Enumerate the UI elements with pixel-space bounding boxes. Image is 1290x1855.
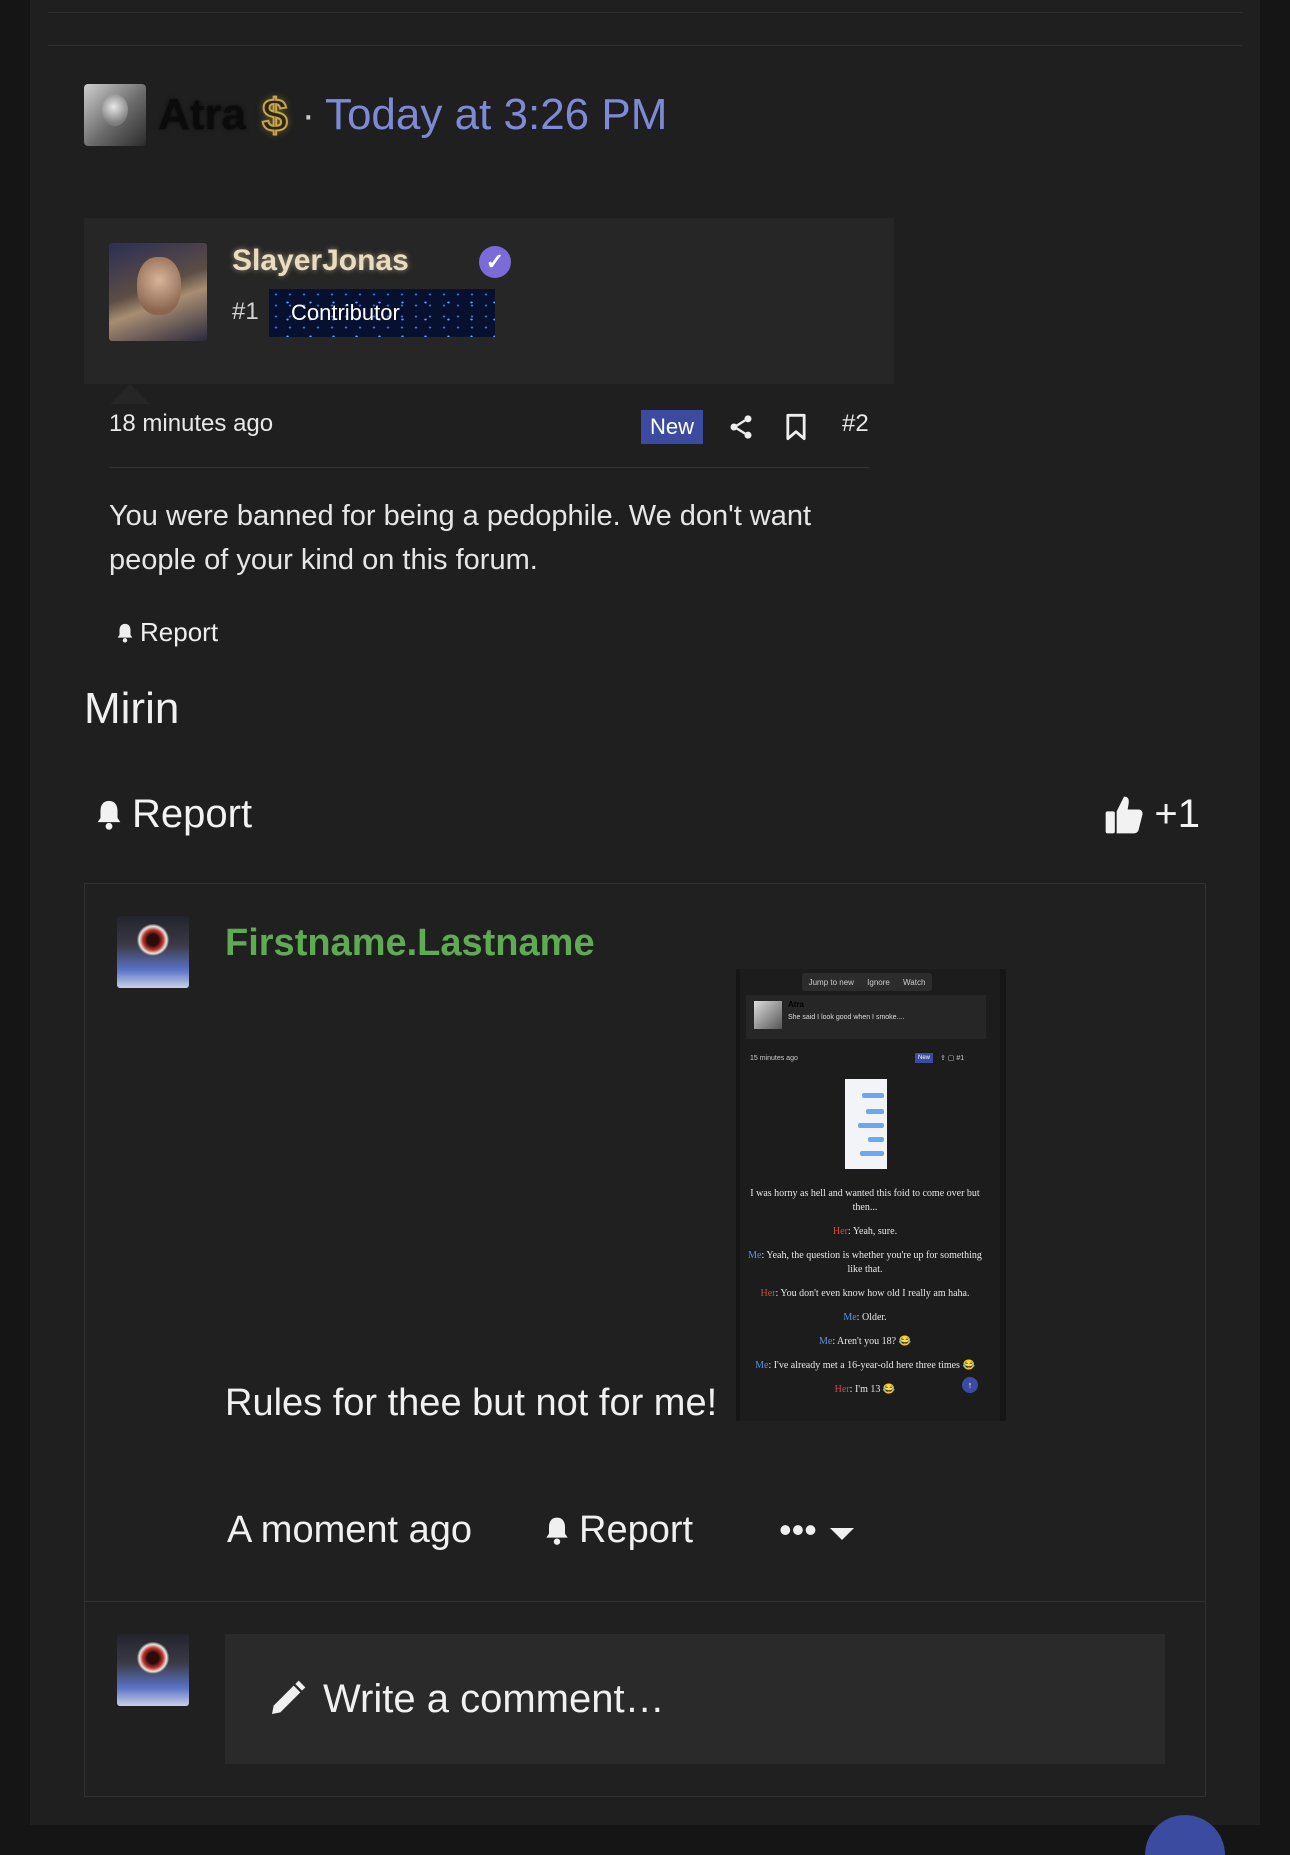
avatar[interactable] xyxy=(117,916,189,988)
divider xyxy=(85,1601,1205,1602)
comment-report-button[interactable]: Report xyxy=(541,1509,693,1552)
comment-text: Rules for thee but not for me! xyxy=(225,1382,718,1424)
thumbnail-line: I was horny as hell and wanted this foid… xyxy=(750,1188,980,1213)
post-number-link[interactable]: #2 xyxy=(842,410,869,438)
thumbnail-toolbar: Jump to new Ignore Watch xyxy=(802,973,932,991)
verified-check-icon: ✓ xyxy=(479,246,511,278)
thumbnail-tab: Watch xyxy=(903,977,926,987)
quote-report-button[interactable]: Report xyxy=(114,617,218,648)
thumbnail-post-number: #1 xyxy=(956,1055,965,1062)
caret-down-icon[interactable] xyxy=(830,1528,854,1540)
write-comment-placeholder: Write a comment… xyxy=(323,1676,665,1721)
avatar xyxy=(117,1634,189,1706)
rank-number: #1 xyxy=(232,298,259,325)
bell-icon xyxy=(97,800,121,830)
thumbnail-icons: ⇪ ▢ #1 xyxy=(940,1055,965,1062)
comment-section: Firstname.Lastname Jump to new Ignore Wa… xyxy=(84,883,1206,1797)
quote-pointer xyxy=(110,384,150,404)
separator: · xyxy=(301,92,315,137)
report-label: Report xyxy=(140,617,219,647)
thumbnail-author: Atra xyxy=(788,1000,805,1009)
thumbnail-line: Her: Yeah, sure. xyxy=(832,1226,898,1237)
thumbnail-time: 15 minutes ago xyxy=(750,1055,798,1062)
thumbnail-subtitle: She said I look good when I smoke.... xyxy=(788,1014,905,1021)
report-button[interactable]: Report xyxy=(92,792,252,837)
bookmark-icon[interactable] xyxy=(784,413,808,441)
thumbnail-line: Me: Older. xyxy=(843,1312,887,1323)
avatar[interactable] xyxy=(84,84,146,146)
comment-time[interactable]: A moment ago xyxy=(227,1509,472,1552)
more-options-button[interactable]: ••• xyxy=(779,1509,817,1551)
post-header: Atra $ · Today at 3:26 PM xyxy=(84,84,667,146)
quote-meta: 18 minutes ago New #2 xyxy=(109,410,869,450)
quote-author[interactable]: SlayerJonas xyxy=(232,244,409,278)
attached-screenshot[interactable]: Jump to new Ignore Watch Atra She said I… xyxy=(736,969,1006,1421)
post-body: Mirin xyxy=(84,684,180,733)
post-container: Atra $ · Today at 3:26 PM SlayerJonas ✓ … xyxy=(30,0,1260,1825)
thumbnail-line: Her: You don't even know how old I reall… xyxy=(760,1288,970,1299)
quote-time[interactable]: 18 minutes ago xyxy=(109,410,273,438)
post-timestamp[interactable]: Today at 3:26 PM xyxy=(325,90,667,140)
dollar-badge-icon: $ xyxy=(261,88,289,142)
avatar xyxy=(754,1001,782,1029)
new-badge: New xyxy=(641,410,703,444)
pencil-icon xyxy=(272,1680,306,1714)
thumbnail-line: Me: I've already met a 16-year-old here … xyxy=(755,1360,975,1371)
thumbnail-text: I was horny as hell and wanted this foid… xyxy=(740,1187,990,1407)
phone-screenshot xyxy=(845,1079,887,1169)
thumbnail-line: Me: Aren't you 18? 😂 xyxy=(818,1336,912,1347)
like-button[interactable]: +1 xyxy=(1102,792,1200,837)
contributor-badge: Contributor xyxy=(269,289,495,337)
thumbnail-line: Me: Yeah, the question is whether you're… xyxy=(748,1250,982,1275)
write-comment-input[interactable]: Write a comment… xyxy=(225,1634,1165,1764)
username[interactable]: Atra xyxy=(158,90,246,140)
divider xyxy=(48,45,1242,46)
report-label: Report xyxy=(132,792,253,836)
share-icon[interactable] xyxy=(727,413,755,441)
report-label: Report xyxy=(579,1509,694,1551)
quoted-post-card[interactable]: SlayerJonas ✓ #1 Contributor xyxy=(84,218,894,384)
comment-author[interactable]: Firstname.Lastname xyxy=(225,922,595,965)
divider xyxy=(109,467,869,468)
divider xyxy=(48,12,1242,13)
thumbnail-line: Her: I'm 13 😂 xyxy=(834,1384,896,1395)
bell-icon xyxy=(546,1517,568,1545)
thumbnail-tab: Ignore xyxy=(867,977,890,987)
reaction-count: +1 xyxy=(1154,792,1200,836)
new-badge: New xyxy=(915,1053,933,1063)
scroll-up-icon: ↑ xyxy=(962,1377,978,1393)
thumbnail-tab: Jump to new xyxy=(808,977,854,987)
quote-body: You were banned for being a pedophile. W… xyxy=(109,500,812,576)
bell-icon xyxy=(117,623,133,643)
avatar[interactable] xyxy=(109,243,207,341)
thumbs-up-icon xyxy=(1106,796,1143,833)
thumbnail-header: Atra She said I look good when I smoke..… xyxy=(746,995,986,1039)
